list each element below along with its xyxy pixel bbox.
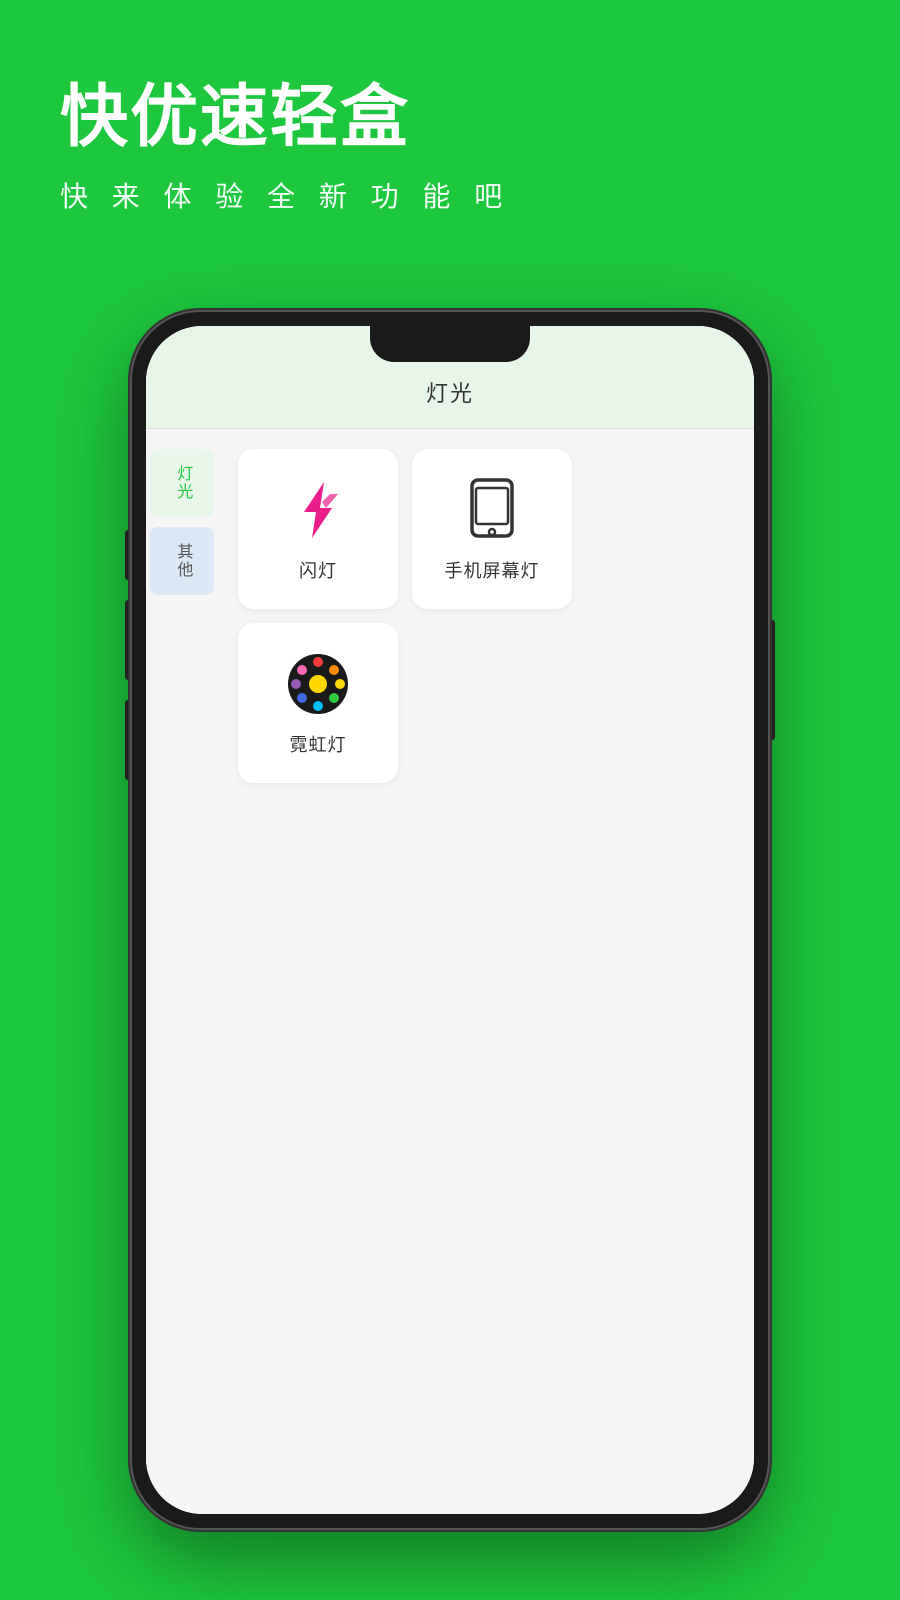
app-subtitle: 快 来 体 验 全 新 功 能 吧 <box>60 175 840 215</box>
side-button-power <box>770 620 775 740</box>
phone-screen-card[interactable]: 手机屏幕灯 <box>412 449 572 609</box>
grid-content: 闪灯 <box>218 429 754 1514</box>
phone-screen-label: 手机屏幕灯 <box>445 557 540 583</box>
phone-notch <box>370 326 530 362</box>
grid-row-2: 霓虹灯 <box>238 623 734 783</box>
grid-row-1: 闪灯 <box>238 449 734 609</box>
sidebar: 灯光 其他 <box>146 429 218 1514</box>
neon-card[interactable]: 霓虹灯 <box>238 623 398 783</box>
sidebar-item-other[interactable]: 其他 <box>150 527 214 595</box>
screen-header-title: 灯光 <box>426 381 474 406</box>
flash-card[interactable]: 闪灯 <box>238 449 398 609</box>
app-title: 快优速轻盒 <box>60 80 840 155</box>
neon-label: 霓虹灯 <box>290 731 347 757</box>
phone-mockup: 灯光 灯光 其他 <box>130 310 770 1530</box>
screen-content: 灯光 灯光 其他 <box>146 326 754 1514</box>
flash-icon <box>283 475 353 545</box>
neon-icon <box>283 649 353 719</box>
screen-body: 灯光 其他 <box>146 429 754 1514</box>
app-background: 快优速轻盒 快 来 体 验 全 新 功 能 吧 灯光 <box>0 0 900 1600</box>
sidebar-item-light[interactable]: 灯光 <box>150 449 214 517</box>
header-section: 快优速轻盒 快 来 体 验 全 新 功 能 吧 <box>0 0 900 255</box>
flash-label: 闪灯 <box>299 557 337 583</box>
phone-screen-icon <box>457 475 527 545</box>
phone-screen-area: 灯光 灯光 其他 <box>146 326 754 1514</box>
